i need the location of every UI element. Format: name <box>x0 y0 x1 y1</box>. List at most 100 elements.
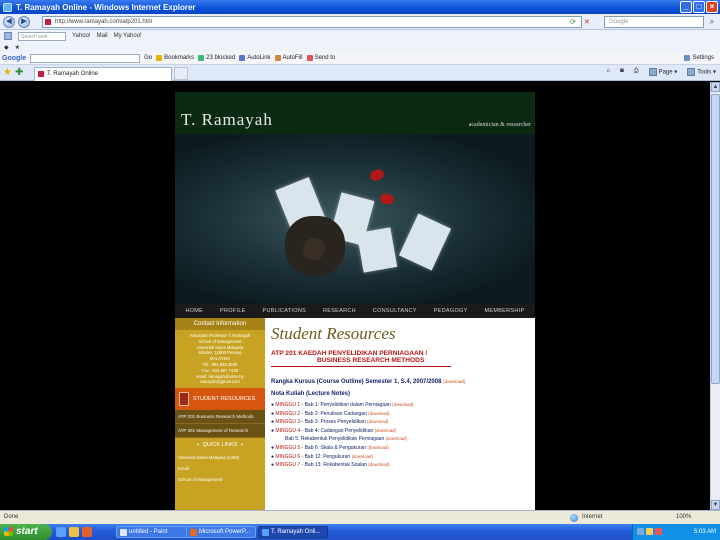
close-button[interactable]: × <box>706 1 718 13</box>
download-link[interactable]: (download) <box>367 419 388 424</box>
chapter-title: Bab 5: Rekabentuk Penyelidikan Perniagaa… <box>285 436 385 443</box>
lecture-note-item: ● MINGGU 1 - Bab 1: Penyelidikan dalam P… <box>271 401 529 410</box>
toolbar-link[interactable]: My Yahoo! <box>114 33 142 39</box>
print-icon[interactable]: ⎙ <box>634 68 639 76</box>
tab-active[interactable]: T. Ramayah Online <box>34 67 172 81</box>
taskbar-label: Microsoft PowerP... <box>199 529 251 535</box>
vertical-scrollbar[interactable]: ▲ ▼ <box>710 82 720 510</box>
nav-research[interactable]: RESEARCH <box>323 308 356 314</box>
nav-pedagogy[interactable]: PEDAGOGY <box>434 308 468 314</box>
google-go-button[interactable]: Go <box>144 55 152 61</box>
media-icon[interactable] <box>82 527 92 537</box>
window-titlebar: T. Ramayah Online - Windows Internet Exp… <box>0 0 720 14</box>
autofill-button[interactable]: AutoFill <box>274 55 303 61</box>
download-link[interactable]: (download) <box>392 402 413 407</box>
taskbar-button-ie[interactable]: T. Ramayah Onli... <box>258 526 328 538</box>
home-icon[interactable]: ⌂ <box>607 68 611 76</box>
toolbar-link[interactable]: Yahoo! <box>72 33 91 39</box>
clock: 5:03 AM <box>693 529 716 535</box>
network-icon[interactable] <box>637 528 644 535</box>
quick-link[interactable]: Universiti Sains Malaysia (USM) <box>175 452 265 463</box>
start-label: start <box>16 526 38 537</box>
maximize-button[interactable]: □ <box>693 1 705 13</box>
ie-icon <box>262 529 269 536</box>
download-link[interactable]: (download) <box>368 462 389 467</box>
download-link[interactable]: (download) <box>352 454 373 459</box>
stop-icon[interactable]: ✕ <box>584 18 590 26</box>
nav-profile[interactable]: PROFILE <box>220 308 246 314</box>
minimize-button[interactable]: _ <box>680 1 692 13</box>
search-icon[interactable]: ⌕ <box>706 16 718 28</box>
folder-icon[interactable] <box>69 527 79 537</box>
address-actions: ⟳ ✕ <box>570 18 590 26</box>
back-icon[interactable]: ◀ <box>3 16 15 28</box>
refresh-icon[interactable]: ⟳ <box>570 18 576 26</box>
nav-publications[interactable]: PUBLICATIONS <box>263 308 307 314</box>
bookmarks-button[interactable]: Bookmarks <box>156 55 194 61</box>
google-search-input[interactable] <box>30 53 141 63</box>
taskbar-label: T. Ramayah Onli... <box>271 529 321 535</box>
feeds-icon[interactable]: ◙ <box>620 68 624 76</box>
download-link[interactable]: (download) <box>367 445 388 450</box>
site-nav: HOME PROFILE PUBLICATIONS RESEARCH CONSU… <box>175 304 535 318</box>
start-button[interactable]: start <box>0 524 52 540</box>
scroll-up-icon[interactable]: ▲ <box>711 82 720 92</box>
student-resources-label: STUDENT RESOURCES <box>193 396 256 403</box>
site-header: T. Ramayah academician & researcher <box>175 92 535 134</box>
scroll-thumb[interactable] <box>711 94 720 384</box>
page-menu[interactable]: Page ▾ <box>648 68 677 76</box>
tools-menu[interactable]: Tools ▾ <box>687 68 716 76</box>
lecture-note-item: ● MINGGU 5 - Bab 6: Skala & Pengukuran (… <box>271 444 529 453</box>
contact-email[interactable]: ramayah@gmail.com <box>177 379 263 385</box>
settings-button[interactable]: Settings <box>684 55 714 61</box>
taskbar: start untitled - Paint Microsoft PowerP.… <box>0 524 720 540</box>
scroll-down-icon[interactable]: ▼ <box>711 500 720 510</box>
chapter-title: - Bab 12: Pengukuran <box>300 453 351 460</box>
add-favorite-icon[interactable]: ✚ <box>15 67 23 78</box>
system-tray: 5:03 AM <box>632 524 720 540</box>
student-resources-link[interactable]: STUDENT RESOURCES <box>175 388 265 411</box>
tab-label: T. Ramayah Online <box>47 71 99 77</box>
yahoo-search-input[interactable]: Search web <box>18 31 66 41</box>
nav-home[interactable]: HOME <box>185 308 203 314</box>
tab-row: ★ ✚ T. Ramayah Online ⌂ ◙ ⎙ Page ▾ Tools… <box>0 65 720 81</box>
status-text: Done <box>4 514 19 520</box>
download-link[interactable]: (download) <box>443 379 465 384</box>
nav-membership[interactable]: MEMBERSHIP <box>484 308 524 314</box>
quick-link[interactable]: Email <box>175 463 265 474</box>
volume-icon[interactable] <box>646 528 653 535</box>
yahoo-toolbar: Search web Yahoo! Mail My Yahoo! <box>0 30 720 42</box>
sidebar-link[interactable]: ATP 391 Management of Research <box>175 424 265 439</box>
page-icon <box>648 68 657 76</box>
url-field[interactable]: http://www.ramayah.com/atp201.htm <box>42 16 582 28</box>
taskbar-button-powerpoint[interactable]: Microsoft PowerP... <box>186 526 256 538</box>
course-outline-label: Rangka Kursus (Course Outline) Semester … <box>271 379 442 385</box>
zoom-level[interactable]: 100% <box>676 514 691 520</box>
send-to-button[interactable]: Send to <box>306 55 335 61</box>
quick-links: Universiti Sains Malaysia (USM) Email Sc… <box>175 452 265 485</box>
download-link[interactable]: (download) <box>386 436 407 441</box>
popup-blocker-button[interactable]: 23 blocked <box>198 55 235 61</box>
toolbar-link[interactable]: Mail <box>97 33 108 39</box>
quick-links-label: QUICK LINKS <box>202 442 238 449</box>
quick-link[interactable]: School of Management <box>175 474 265 485</box>
nav-consultancy[interactable]: CONSULTANCY <box>373 308 417 314</box>
search-input[interactable]: Google <box>604 16 704 28</box>
week-label: MINGGU 4 <box>275 427 301 434</box>
forward-icon[interactable]: ▶ <box>18 16 30 28</box>
week-label: MINGGU 3 <box>275 419 301 426</box>
window-title: T. Ramayah Online - Windows Internet Exp… <box>16 2 196 12</box>
favorites-star-icon[interactable]: ★ <box>3 67 12 78</box>
lecture-note-item: ● MINGGU 2 - Bab 2: Penulisan Cadangan (… <box>271 410 529 419</box>
command-bar: ⌂ ◙ ⎙ Page ▾ Tools ▾ <box>607 68 716 76</box>
download-link[interactable]: (download) <box>375 428 396 433</box>
lecture-notes-heading: Nota Kuliah (Lecture Notes) <box>271 391 351 397</box>
toolbar-icon[interactable]: ◆ <box>4 44 9 51</box>
ie-icon[interactable] <box>56 527 66 537</box>
sidebar-link[interactable]: ATP 201 Business Research Methods <box>175 410 265 425</box>
new-tab-button[interactable] <box>174 67 188 80</box>
security-icon[interactable] <box>655 528 662 535</box>
autolink-button[interactable]: AutoLink <box>239 55 271 61</box>
download-link[interactable]: (download) <box>368 411 389 416</box>
toolbar-icon[interactable]: ★ <box>15 44 20 51</box>
